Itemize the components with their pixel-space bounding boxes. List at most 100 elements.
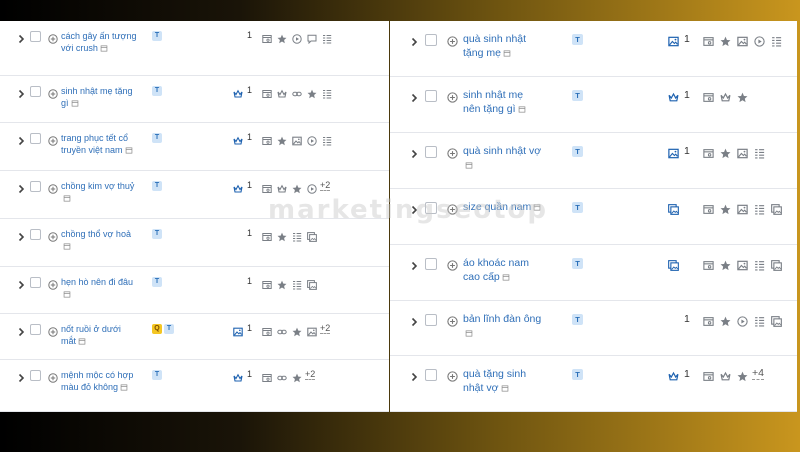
keyword-text[interactable]: nốt ruồi ở dưới mắt bbox=[61, 324, 121, 346]
more-features-link[interactable]: +2 bbox=[320, 323, 331, 334]
add-keyword-icon[interactable] bbox=[447, 146, 458, 159]
add-keyword-icon[interactable] bbox=[48, 229, 58, 242]
row-checkbox[interactable] bbox=[30, 133, 41, 144]
row-checkbox[interactable] bbox=[425, 258, 437, 270]
serp-preview-icon[interactable] bbox=[63, 242, 71, 250]
serp-preview-icon[interactable] bbox=[63, 194, 71, 202]
serp-preview-icon[interactable] bbox=[78, 337, 86, 345]
row-checkbox[interactable] bbox=[30, 370, 41, 381]
add-keyword-icon[interactable] bbox=[48, 277, 58, 290]
row-checkbox[interactable] bbox=[30, 229, 41, 240]
add-keyword-icon[interactable] bbox=[447, 258, 458, 271]
add-keyword-icon[interactable] bbox=[48, 86, 58, 99]
keyword-link[interactable]: quà sinh nhật tặng mẹ bbox=[463, 32, 543, 60]
keyword-link[interactable]: bản lĩnh đàn ông bbox=[463, 312, 543, 340]
intent-badge: Q bbox=[152, 324, 162, 334]
chevron-right-icon[interactable] bbox=[409, 314, 419, 327]
keyword-link[interactable]: hẹn hò nên đi đâu bbox=[61, 277, 137, 300]
serp-preview-icon[interactable] bbox=[501, 382, 509, 392]
row-checkbox[interactable] bbox=[30, 324, 41, 335]
keyword-link[interactable]: mệnh mộc có hợp màu đỏ không bbox=[61, 370, 137, 393]
row-checkbox[interactable] bbox=[30, 181, 41, 192]
row-checkbox[interactable] bbox=[425, 314, 437, 326]
keyword-text[interactable]: trang phục tết cổ truyền việt nam bbox=[61, 133, 128, 155]
add-keyword-icon[interactable] bbox=[447, 369, 458, 382]
serp-preview-icon[interactable] bbox=[503, 47, 511, 57]
more-features-link[interactable]: +2 bbox=[305, 369, 316, 380]
image-icon bbox=[292, 133, 302, 146]
add-keyword-icon[interactable] bbox=[447, 314, 458, 327]
chevron-right-icon[interactable] bbox=[409, 146, 419, 159]
chevron-right-icon[interactable] bbox=[409, 34, 419, 47]
keyword-text[interactable]: cách gây ấn tượng với crush bbox=[61, 31, 136, 53]
row-checkbox[interactable] bbox=[425, 146, 437, 158]
chevron-right-icon[interactable] bbox=[16, 31, 26, 44]
add-keyword-icon[interactable] bbox=[48, 370, 58, 383]
chevron-right-icon[interactable] bbox=[16, 277, 26, 290]
row-checkbox[interactable] bbox=[425, 90, 437, 102]
keyword-text[interactable]: quà sinh nhật vợ bbox=[463, 145, 541, 157]
serp-preview-icon[interactable] bbox=[502, 271, 510, 281]
keyword-link[interactable]: sinh nhật mẹ nên tặng gì bbox=[463, 88, 543, 116]
add-keyword-icon[interactable] bbox=[48, 181, 58, 194]
row-checkbox[interactable] bbox=[30, 31, 41, 42]
serp-preview-icon[interactable] bbox=[518, 103, 526, 113]
add-keyword-icon[interactable] bbox=[447, 90, 458, 103]
intent-badge: T bbox=[152, 181, 162, 191]
row-checkbox[interactable] bbox=[425, 34, 437, 46]
intent-badge: T bbox=[152, 370, 162, 380]
keyword-row: hẹn hò nên đi đâu T 1 bbox=[0, 267, 389, 314]
chevron-right-icon[interactable] bbox=[16, 86, 26, 99]
more-features-link[interactable]: +2 bbox=[320, 180, 331, 191]
chevron-right-icon[interactable] bbox=[16, 229, 26, 242]
keyword-text[interactable]: quà sinh nhật tặng mẹ bbox=[463, 33, 526, 59]
chevron-right-icon[interactable] bbox=[409, 90, 419, 103]
chevron-right-icon[interactable] bbox=[16, 133, 26, 146]
keyword-link[interactable]: áo khoác nam cao cấp bbox=[463, 256, 543, 284]
keyword-link[interactable]: chồng thổ vợ hoả bbox=[61, 229, 137, 252]
add-keyword-icon[interactable] bbox=[447, 34, 458, 47]
keyword-text[interactable]: chồng kim vợ thuỷ bbox=[61, 181, 134, 191]
serp-icon bbox=[703, 146, 714, 158]
feature-count: 1 bbox=[684, 145, 690, 157]
keyword-text[interactable]: sinh nhật mẹ nên tặng gì bbox=[463, 89, 523, 115]
keyword-text[interactable]: hẹn hò nên đi đâu bbox=[61, 277, 133, 287]
serp-preview-icon[interactable] bbox=[100, 44, 108, 52]
row-checkbox[interactable] bbox=[425, 369, 437, 381]
chevron-right-icon[interactable] bbox=[16, 181, 26, 194]
chevron-right-icon[interactable] bbox=[16, 370, 26, 383]
more-features-link[interactable]: +4 bbox=[752, 368, 764, 380]
add-keyword-icon[interactable] bbox=[48, 324, 58, 337]
star-icon bbox=[277, 31, 287, 44]
add-keyword-icon[interactable] bbox=[48, 133, 58, 146]
keyword-text[interactable]: bản lĩnh đàn ông bbox=[463, 313, 541, 325]
chevron-right-icon[interactable] bbox=[409, 258, 419, 271]
serp-preview-icon[interactable] bbox=[71, 99, 79, 107]
keyword-link[interactable]: trang phục tết cổ truyền việt nam bbox=[61, 133, 137, 156]
intent-badge: T bbox=[572, 90, 583, 101]
gallery-icon bbox=[771, 258, 782, 271]
keyword-link[interactable]: sinh nhật mẹ tặng gì bbox=[61, 86, 137, 109]
chevron-right-icon[interactable] bbox=[16, 324, 26, 337]
keyword-text[interactable]: áo khoác nam cao cấp bbox=[463, 257, 529, 283]
chevron-right-icon[interactable] bbox=[409, 369, 419, 382]
keyword-link[interactable]: nốt ruồi ở dưới mắt bbox=[61, 324, 137, 347]
keyword-link[interactable]: quà sinh nhật vợ bbox=[463, 144, 543, 172]
serp-preview-icon[interactable] bbox=[125, 146, 133, 154]
row-checkbox[interactable] bbox=[30, 277, 41, 288]
gallery-icon bbox=[771, 202, 782, 215]
add-keyword-icon[interactable] bbox=[48, 31, 58, 44]
keyword-text[interactable]: quà tặng sinh nhật vợ bbox=[463, 368, 526, 394]
feature-count: 1 bbox=[247, 369, 253, 379]
serp-preview-icon[interactable] bbox=[63, 290, 71, 298]
keyword-link[interactable]: chồng kim vợ thuỷ bbox=[61, 181, 137, 204]
keyword-link[interactable]: cách gây ấn tượng với crush bbox=[61, 31, 137, 54]
row-checkbox[interactable] bbox=[30, 86, 41, 97]
crown-icon bbox=[720, 90, 731, 102]
serp-preview-icon[interactable] bbox=[465, 159, 473, 169]
serp-preview-icon[interactable] bbox=[465, 327, 473, 337]
keyword-link[interactable]: quà tặng sinh nhật vợ bbox=[463, 367, 543, 395]
serp-icon bbox=[703, 90, 714, 102]
keyword-text[interactable]: chồng thổ vợ hoả bbox=[61, 229, 131, 239]
serp-preview-icon[interactable] bbox=[120, 383, 128, 391]
